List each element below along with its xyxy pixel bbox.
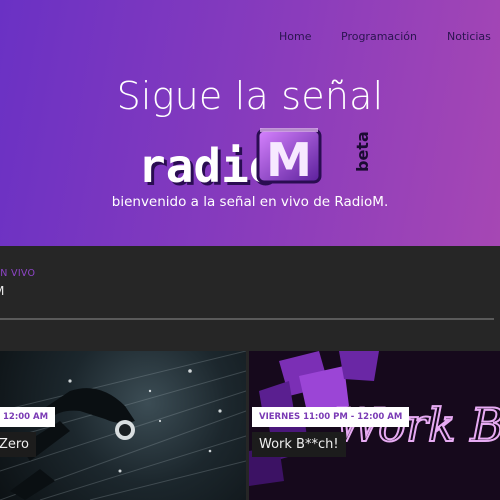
hero-title: Sigue la señal — [116, 74, 384, 118]
card-work-bitch-time: VIERNES 11:00 PM - 12:00 AM — [252, 407, 410, 427]
card-zero-title: Zero — [0, 432, 36, 457]
live-show-name: M — [0, 284, 4, 298]
card-zero-time: 12:00 AM — [0, 407, 56, 427]
nav-programacion[interactable]: Programación — [341, 30, 417, 43]
logo-radio-text: radio — [138, 139, 276, 190]
logo-m-highlight — [260, 128, 318, 132]
show-card-work-bitch[interactable]: Work B**ch VIERNES 11:00 PM - 12:00 AM W… — [249, 351, 500, 500]
radiom-logo: radio radio M beta — [138, 128, 372, 190]
nav-noticias[interactable]: Noticias — [447, 30, 491, 43]
nav-home[interactable]: Home — [279, 30, 311, 43]
logo-m-letter: M — [266, 133, 312, 187]
live-progress-line — [0, 318, 494, 320]
live-label: EN VIVO — [0, 268, 36, 279]
show-card-zero[interactable]: 12:00 AM Zero — [0, 351, 246, 500]
hero-subtitle: bienvenido a la señal en vivo de RadioM. — [111, 194, 389, 210]
live-section: EN VIVO M — [0, 246, 500, 350]
hero-banner: Home Programación Noticias Sigue la seña… — [0, 0, 500, 246]
logo-beta-badge: beta — [353, 131, 372, 172]
card-work-bitch-title: Work B**ch! — [252, 432, 346, 457]
main-nav: Home Programación Noticias — [0, 30, 500, 44]
